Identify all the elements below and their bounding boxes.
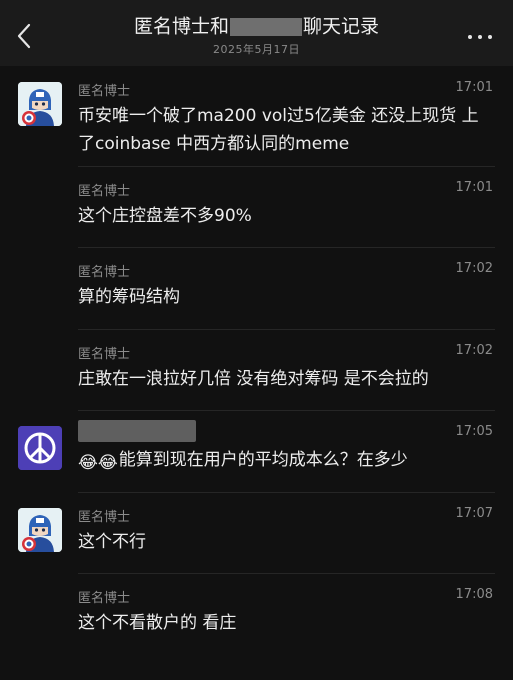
message-time: 17:02 xyxy=(455,342,493,358)
message-time: 17:01 xyxy=(455,80,493,95)
message-text[interactable]: 这个庄控盘差不多90% xyxy=(78,202,493,230)
peace-sign-avatar[interactable] xyxy=(18,426,62,471)
sender-name: 匿名博士 xyxy=(78,184,131,199)
message-text[interactable]: 币安唯一个破了ma200 vol过5亿美金 还没上现货 上了coinbase 中… xyxy=(78,102,493,158)
sender-name: 匿名博士 xyxy=(78,84,131,99)
message-text[interactable]: 这个不行 xyxy=(78,528,493,556)
message-row: 匿名博士 17:02 庄敢在一浪拉好几倍 没有绝对筹码 是不会拉的 xyxy=(0,328,513,410)
captain-america-avatar[interactable] xyxy=(18,507,62,552)
message-text[interactable]: 算的筹码结构 xyxy=(78,283,493,311)
message-row: 17:05 😂😂能算到现在用户的平均成本么？在多少 xyxy=(0,410,513,491)
message-time: 17:07 xyxy=(455,505,493,521)
row-divider xyxy=(78,166,495,167)
redacted-contact-name xyxy=(230,17,302,36)
message-row: 匿名博士 17:02 算的筹码结构 xyxy=(0,247,513,328)
message-row: 匿名博士 17:08 这个不看散户的 看庄 xyxy=(0,572,513,654)
title-prefix: 匿名博士和 xyxy=(133,15,229,38)
message-text[interactable]: 这个不看散户的 看庄 xyxy=(78,609,493,637)
message-time: 17:02 xyxy=(455,261,493,277)
row-divider xyxy=(78,491,495,493)
chat-header: 匿名博士和 聊天记录 2025年5月17日 xyxy=(0,0,513,66)
captain-america-avatar[interactable] xyxy=(18,82,62,126)
row-divider xyxy=(78,572,495,574)
chat-title: 匿名博士和 聊天记录 xyxy=(0,14,513,39)
message-time: 17:05 xyxy=(455,424,493,440)
laughing-emoji-icon: 😂😂 xyxy=(78,453,118,474)
message-row: 匿名博士 17:01 币安唯一个破了ma200 vol过5亿美金 还没上现货 上… xyxy=(0,66,513,166)
row-divider xyxy=(78,410,495,412)
row-divider xyxy=(78,247,495,249)
sender-name: 匿名博士 xyxy=(78,590,131,606)
redacted-sender-name xyxy=(78,420,196,443)
sender-name: 匿名博士 xyxy=(78,265,131,281)
chat-date: 2025年5月17日 xyxy=(213,42,300,56)
message-text[interactable]: 庄敢在一浪拉好几倍 没有绝对筹码 是不会拉的 xyxy=(78,365,493,393)
more-options-button[interactable] xyxy=(467,34,493,42)
message-list: 匿名博士 17:01 币安唯一个破了ma200 vol过5亿美金 还没上现货 上… xyxy=(0,66,513,654)
message-time: 17:01 xyxy=(455,180,493,195)
message-row: 匿名博士 17:07 这个不行 xyxy=(0,491,513,573)
row-divider xyxy=(78,328,495,330)
message-time: 17:08 xyxy=(455,586,493,602)
message-text-body: 能算到现在用户的平均成本么？在多少 xyxy=(118,450,408,471)
title-suffix: 聊天记录 xyxy=(303,15,380,38)
sender-name: 匿名博士 xyxy=(78,346,131,362)
sender-name: 匿名博士 xyxy=(78,509,131,525)
message-row: 匿名博士 17:01 这个庄控盘差不多90% xyxy=(0,166,513,247)
chat-title-block: 匿名博士和 聊天记录 2025年5月17日 xyxy=(0,14,513,57)
message-text[interactable]: 😂😂能算到现在用户的平均成本么？在多少 xyxy=(78,446,493,477)
